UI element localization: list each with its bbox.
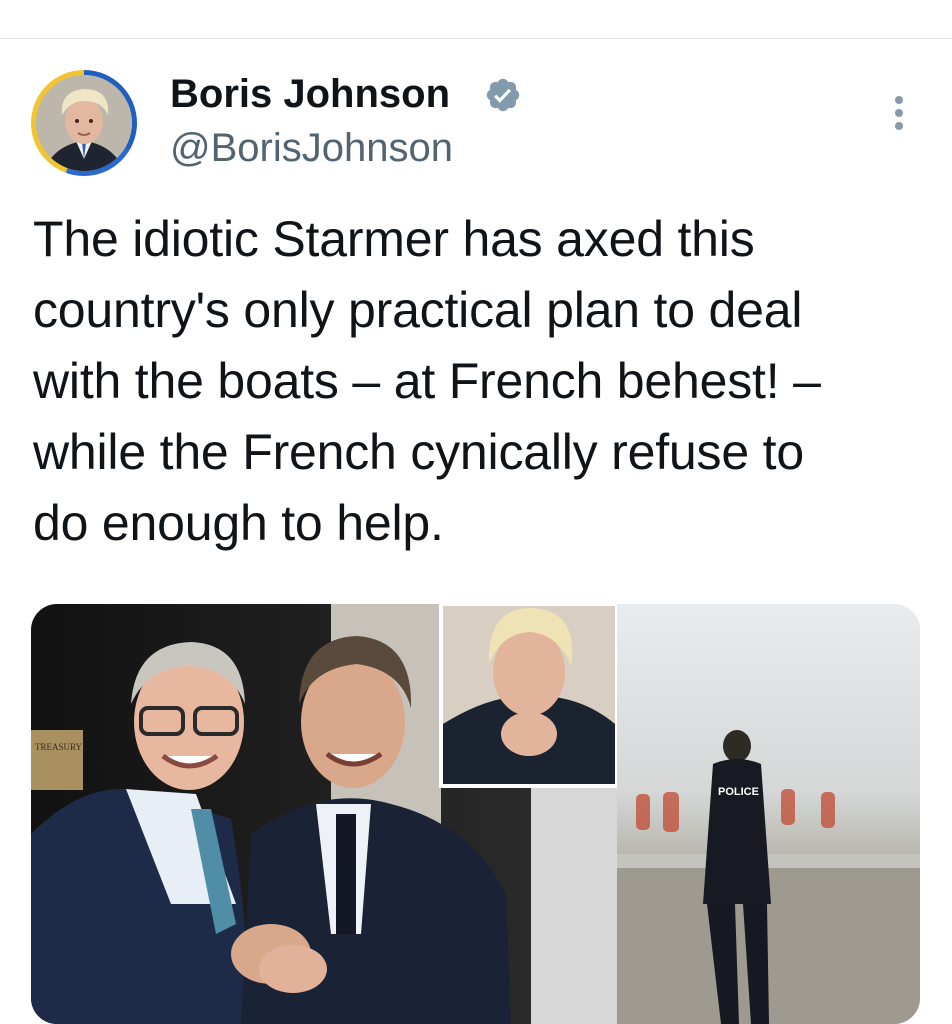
- building-sign-text: TREASURY: [35, 742, 83, 752]
- tweet-media-image[interactable]: TREASURY POLICE: [31, 604, 920, 1024]
- avatar[interactable]: [31, 70, 137, 176]
- top-divider: [0, 38, 952, 39]
- avatar-photo: [36, 75, 132, 171]
- more-options-icon[interactable]: [884, 94, 914, 134]
- handle[interactable]: @BorisJohnson: [170, 124, 453, 172]
- tweet-text: The idiotic Starmer has axed this countr…: [33, 211, 821, 551]
- building-sign: [31, 730, 83, 790]
- display-name[interactable]: Boris Johnson: [170, 70, 450, 118]
- verified-badge-icon: [486, 78, 520, 112]
- police-label: POLICE: [718, 786, 759, 798]
